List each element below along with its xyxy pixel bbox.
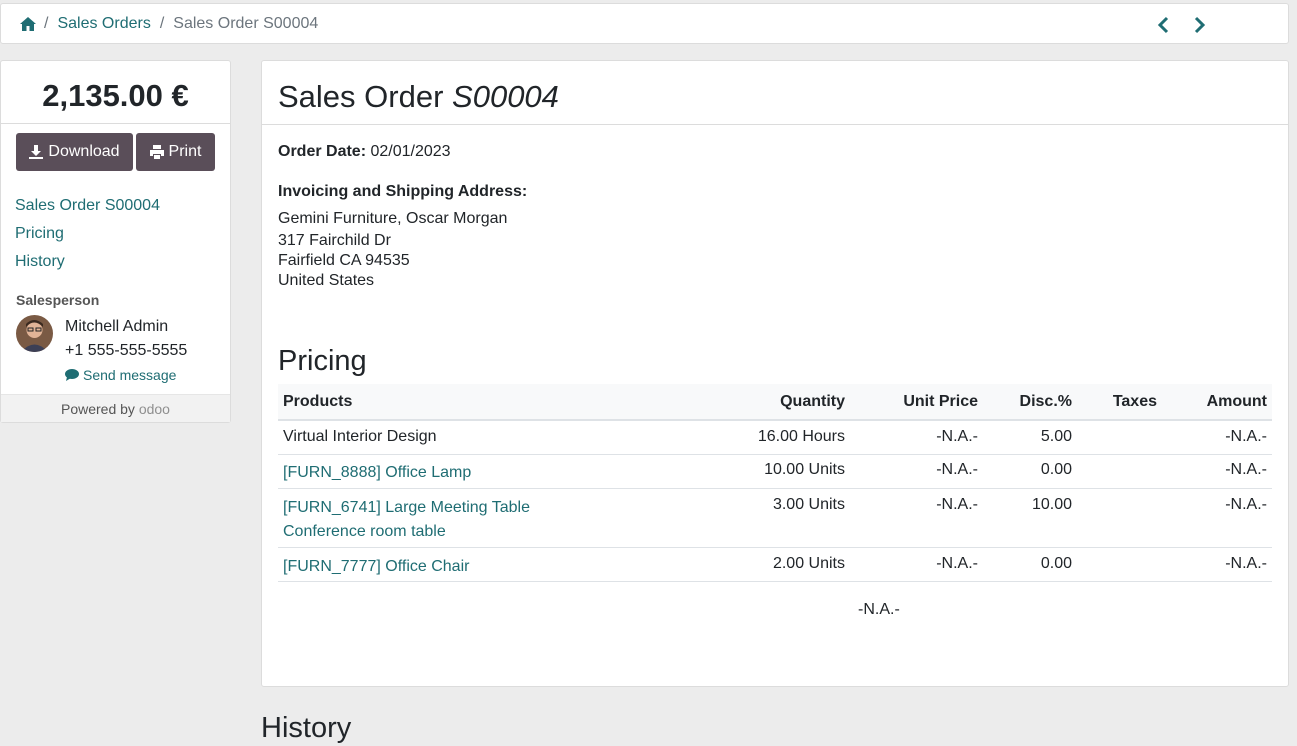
comment-icon <box>65 369 79 381</box>
order-sidebar: 2,135.00 € Download Print Sales Order S0… <box>0 60 231 423</box>
breadcrumb-current: Sales Order S00004 <box>173 15 319 32</box>
quantity-cell: 16.00 Hours <box>714 420 850 455</box>
powered-by: Powered by odoo <box>1 394 230 422</box>
order-date-label: Order Date: <box>278 143 367 160</box>
salesperson-label: Salesperson <box>16 292 100 308</box>
amount-cell: -N.A.- <box>1162 454 1272 489</box>
sidebar-item-history[interactable]: History <box>15 248 160 276</box>
product-link[interactable]: [FURN_7777] Office Chair <box>283 558 469 575</box>
amount-cell: -N.A.- <box>1162 420 1272 455</box>
download-button[interactable]: Download <box>16 133 133 171</box>
unit-price-cell: -N.A.- <box>850 488 983 548</box>
col-discount: Disc.% <box>983 384 1077 421</box>
quantity-cell: 2.00 Units <box>714 547 850 582</box>
odoo-logo[interactable]: odoo <box>139 401 170 417</box>
order-date-value: 02/01/2023 <box>370 143 451 160</box>
home-icon[interactable] <box>19 15 37 33</box>
download-icon <box>29 145 44 159</box>
order-subtotal: -N.A.- <box>858 601 900 618</box>
taxes-cell <box>1077 488 1162 548</box>
product-name: Virtual Interior Design <box>278 420 714 455</box>
page-title: Sales Order S00004 <box>278 78 559 116</box>
address-line: Fairfield CA 94535 <box>278 252 410 269</box>
order-date: Order Date: 02/01/2023 <box>278 142 451 162</box>
taxes-cell <box>1077 454 1162 489</box>
unit-price-cell: -N.A.- <box>850 547 983 582</box>
pricing-heading: Pricing <box>278 345 367 377</box>
discount-cell: 5.00 <box>983 420 1077 455</box>
breadcrumb-separator: / <box>44 15 49 32</box>
address-label: Invoicing and Shipping Address: <box>278 183 528 200</box>
unit-price-cell: -N.A.- <box>850 420 983 455</box>
history-heading: History <box>261 712 352 744</box>
salesperson-phone: +1 555-555-5555 <box>65 342 188 359</box>
print-icon <box>149 145 164 159</box>
quantity-cell: 10.00 Units <box>714 454 850 489</box>
discount-cell: 0.00 <box>983 454 1077 489</box>
print-button[interactable]: Print <box>136 133 215 171</box>
taxes-cell <box>1077 420 1162 455</box>
discount-cell: 10.00 <box>983 488 1077 548</box>
chevron-right-icon[interactable] <box>1192 15 1206 35</box>
order-lines-table: Products Quantity Unit Price Disc.% Taxe… <box>278 384 1272 582</box>
taxes-cell <box>1077 547 1162 582</box>
address-block: Gemini Furniture, Oscar Morgan 317 Fairc… <box>278 209 507 291</box>
product-description[interactable]: Conference room table <box>283 520 709 544</box>
address-line: Gemini Furniture, Oscar Morgan <box>278 210 508 227</box>
download-label: Download <box>48 143 120 160</box>
powered-by-label: Powered by <box>61 401 135 417</box>
table-row: [FURN_7777] Office Chair 2.00 Units -N.A… <box>278 547 1272 582</box>
order-card: Sales Order S00004 Order Date: 02/01/202… <box>261 60 1289 687</box>
unit-price-cell: -N.A.- <box>850 454 983 489</box>
avatar <box>16 315 53 352</box>
chevron-left-icon[interactable] <box>1157 15 1171 35</box>
table-row: Virtual Interior Design 16.00 Hours -N.A… <box>278 420 1272 455</box>
salesperson-name: Mitchell Admin <box>65 318 169 335</box>
order-total: 2,135.00 € <box>1 61 230 124</box>
col-amount: Amount <box>1162 384 1272 421</box>
breadcrumb-separator: / <box>159 15 165 32</box>
order-reference: S00004 <box>452 79 559 114</box>
breadcrumb-bar: / Sales Orders / Sales Order S00004 <box>0 3 1289 44</box>
breadcrumb: / Sales Orders / Sales Order S00004 <box>44 14 318 34</box>
table-header-row: Products Quantity Unit Price Disc.% Taxe… <box>278 384 1272 421</box>
sidebar-item-pricing[interactable]: Pricing <box>15 220 160 248</box>
col-taxes: Taxes <box>1077 384 1162 421</box>
breadcrumb-sales-orders[interactable]: Sales Orders <box>57 14 150 34</box>
sidebar-nav: Sales Order S00004 Pricing History <box>15 192 160 276</box>
amount-cell: -N.A.- <box>1162 547 1272 582</box>
col-unit-price: Unit Price <box>850 384 983 421</box>
discount-cell: 0.00 <box>983 547 1077 582</box>
amount-cell: -N.A.- <box>1162 488 1272 548</box>
title-prefix: Sales Order <box>278 79 444 114</box>
send-message-label: Send message <box>83 367 177 383</box>
send-message-link[interactable]: Send message <box>65 367 176 383</box>
col-quantity: Quantity <box>714 384 850 421</box>
sidebar-item-sales-order[interactable]: Sales Order S00004 <box>15 192 160 220</box>
table-row: [FURN_6741] Large Meeting Table Conferen… <box>278 488 1272 548</box>
table-row: [FURN_8888] Office Lamp 10.00 Units -N.A… <box>278 454 1272 489</box>
print-label: Print <box>168 143 202 160</box>
address-line: United States <box>278 272 375 289</box>
quantity-cell: 3.00 Units <box>714 488 850 548</box>
col-products: Products <box>278 384 714 421</box>
product-link[interactable]: [FURN_8888] Office Lamp <box>283 464 471 481</box>
product-link[interactable]: [FURN_6741] Large Meeting Table <box>283 496 709 520</box>
address-line: 317 Fairchild Dr <box>278 232 391 249</box>
